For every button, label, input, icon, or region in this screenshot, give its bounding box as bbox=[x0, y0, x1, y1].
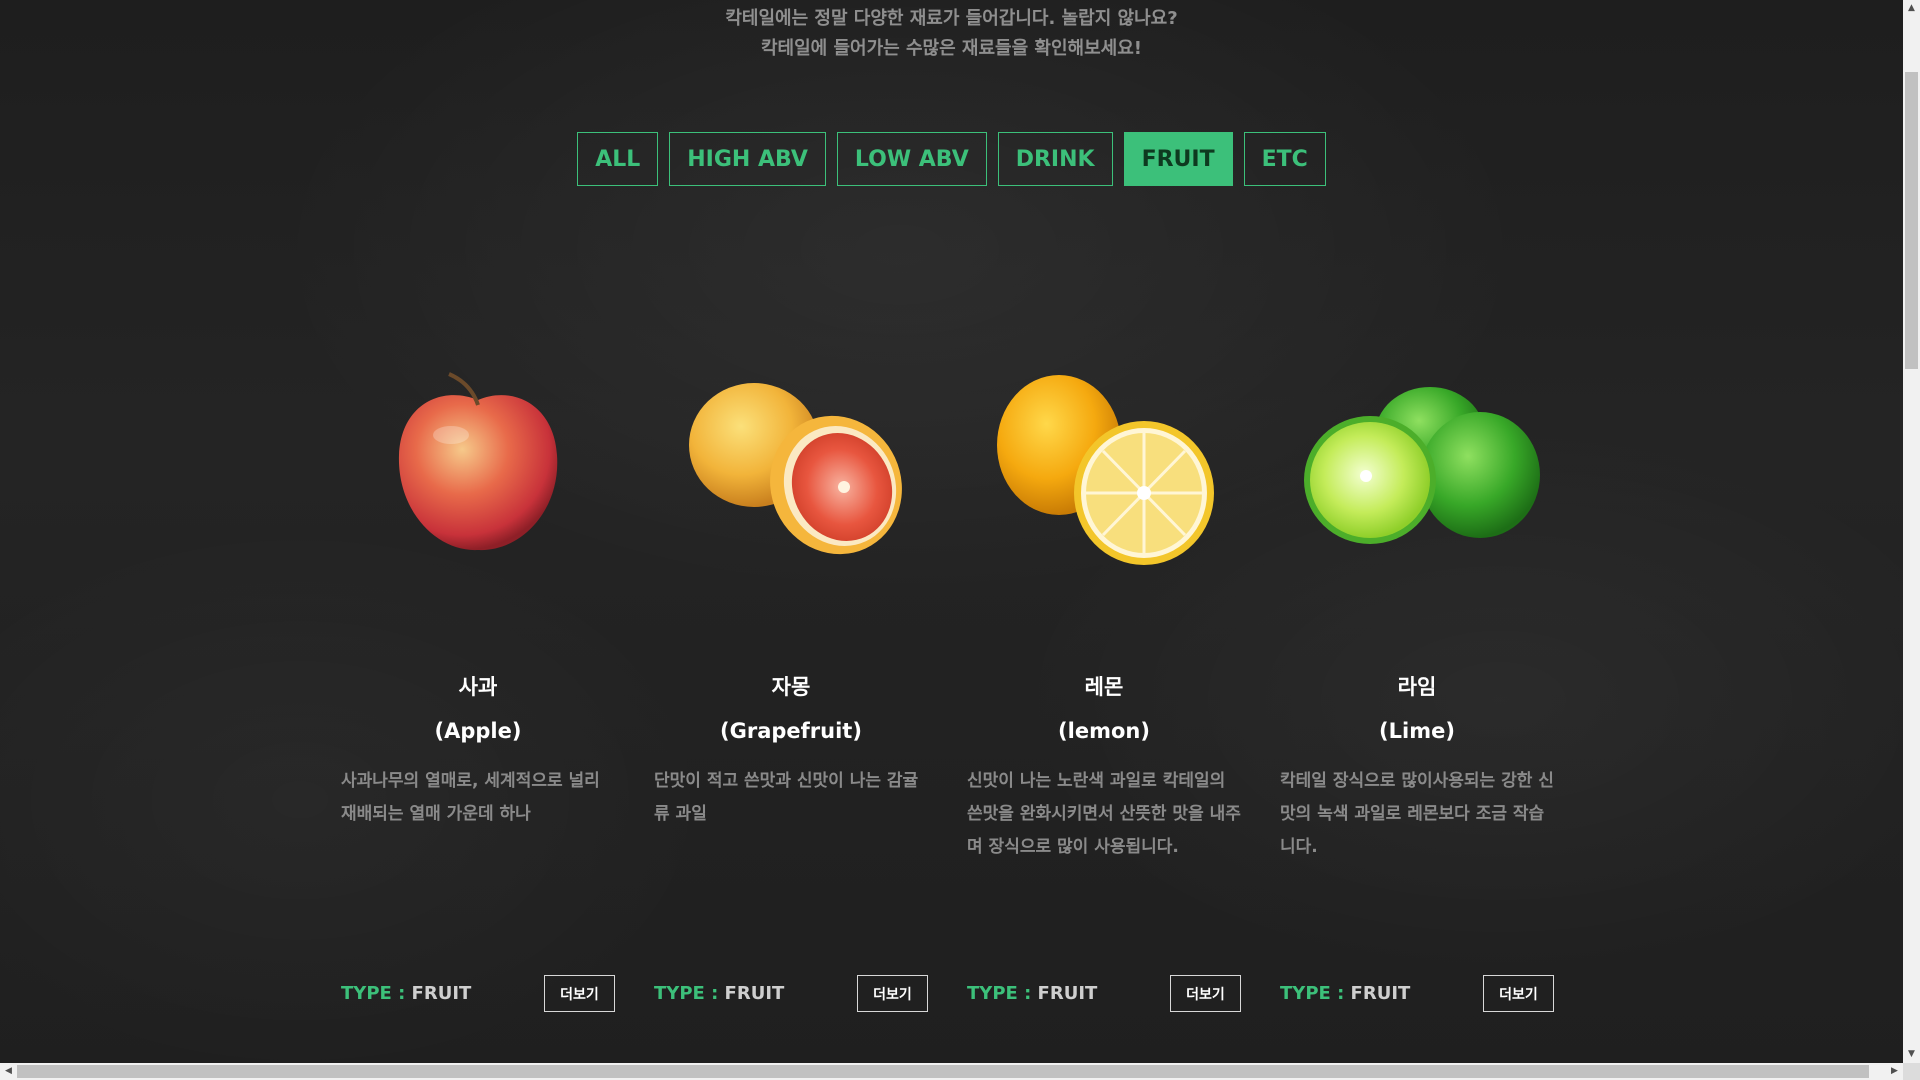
scroll-up-icon[interactable]: ▲ bbox=[1903, 0, 1920, 17]
filter-etc-button[interactable]: ETC bbox=[1243, 132, 1326, 186]
type-label: TYPE : bbox=[654, 983, 725, 1004]
type-value: FRUIT bbox=[1350, 983, 1411, 1004]
card-footer: TYPE : FRUIT 더보기 bbox=[1280, 975, 1554, 1012]
lemon-image[interactable] bbox=[967, 360, 1241, 580]
intro-line-2: 칵테일에 들어가는 수많은 재료들을 확인해보세요! bbox=[760, 38, 1143, 59]
ingredient-card-lemon: 레몬 (lemon) 신맛이 나는 노란색 과일로 칵테일의 쓴맛을 완화시키면… bbox=[967, 360, 1241, 1020]
card-type: TYPE : FRUIT bbox=[654, 983, 784, 1004]
card-name-ko: 자몽 bbox=[771, 675, 811, 699]
card-name-en: (Grapefruit) bbox=[720, 719, 862, 743]
intro-text: 칵테일에는 정말 다양한 재료가 들어갑니다. 놀랍지 않나요? 칵테일에 들어… bbox=[0, 4, 1903, 64]
scroll-right-icon[interactable]: ▶ bbox=[1886, 1063, 1903, 1080]
lime-image[interactable] bbox=[1280, 360, 1554, 580]
card-footer: TYPE : FRUIT 더보기 bbox=[654, 975, 928, 1012]
card-footer: TYPE : FRUIT 더보기 bbox=[341, 975, 615, 1012]
filter-low-abv-button[interactable]: LOW ABV bbox=[836, 132, 987, 186]
type-value: FRUIT bbox=[1037, 983, 1098, 1004]
card-description: 단맛이 적고 쓴맛과 신맛이 나는 감귤류 과일 bbox=[654, 771, 919, 824]
type-value: FRUIT bbox=[411, 983, 472, 1004]
grapefruit-image[interactable] bbox=[654, 360, 928, 580]
page-viewport: 칵테일에는 정말 다양한 재료가 들어갑니다. 놀랍지 않나요? 칵테일에 들어… bbox=[0, 0, 1903, 1063]
ingredient-card-apple: 사과 (Apple) 사과나무의 열매로, 세계적으로 널리 재배되는 열매 가… bbox=[341, 360, 615, 1020]
card-name-ko: 레몬 bbox=[1084, 675, 1124, 699]
ingredient-card-lime: 라임 (Lime) 칵테일 장식으로 많이사용되는 강한 신맛의 녹색 과일로 … bbox=[1280, 360, 1554, 1020]
more-button[interactable]: 더보기 bbox=[544, 975, 615, 1012]
scrollbar-corner bbox=[1903, 1063, 1920, 1080]
scroll-left-icon[interactable]: ◀ bbox=[0, 1063, 17, 1080]
filter-high-abv-button[interactable]: HIGH ABV bbox=[669, 132, 826, 186]
more-button[interactable]: 더보기 bbox=[1483, 975, 1554, 1012]
type-label: TYPE : bbox=[967, 983, 1038, 1004]
card-title: 사과 (Apple) bbox=[341, 665, 615, 753]
vertical-scrollbar[interactable]: ▲ ▼ bbox=[1903, 0, 1920, 1063]
card-title: 레몬 (lemon) bbox=[967, 665, 1241, 753]
filter-fruit-button[interactable]: FRUIT bbox=[1123, 132, 1233, 186]
more-button[interactable]: 더보기 bbox=[1170, 975, 1241, 1012]
card-type: TYPE : FRUIT bbox=[1280, 983, 1410, 1004]
card-name-en: (Lime) bbox=[1379, 719, 1455, 743]
card-footer: TYPE : FRUIT 더보기 bbox=[967, 975, 1241, 1012]
type-label: TYPE : bbox=[1280, 983, 1351, 1004]
card-title: 자몽 (Grapefruit) bbox=[654, 665, 928, 753]
type-label: TYPE : bbox=[341, 983, 412, 1004]
horizontal-scroll-thumb[interactable] bbox=[17, 1065, 1869, 1078]
scroll-down-icon[interactable]: ▼ bbox=[1903, 1046, 1920, 1063]
card-name-en: (lemon) bbox=[1058, 719, 1150, 743]
card-type: TYPE : FRUIT bbox=[967, 983, 1097, 1004]
card-description: 사과나무의 열매로, 세계적으로 널리 재배되는 열매 가운데 하나 bbox=[341, 771, 600, 824]
card-name-en: (Apple) bbox=[434, 719, 522, 743]
intro-line-1: 칵테일에는 정말 다양한 재료가 들어갑니다. 놀랍지 않나요? bbox=[725, 8, 1178, 29]
apple-image[interactable] bbox=[341, 360, 615, 580]
filter-all-button[interactable]: ALL bbox=[577, 132, 659, 186]
ingredient-card-grapefruit: 자몽 (Grapefruit) 단맛이 적고 쓴맛과 신맛이 나는 감귤류 과일… bbox=[654, 360, 928, 1020]
card-name-ko: 사과 bbox=[458, 675, 498, 699]
filter-drink-button[interactable]: DRINK bbox=[997, 132, 1113, 186]
ingredient-card-list: 사과 (Apple) 사과나무의 열매로, 세계적으로 널리 재배되는 열매 가… bbox=[341, 360, 1554, 1020]
card-title: 라임 (Lime) bbox=[1280, 665, 1554, 753]
vertical-scroll-thumb[interactable] bbox=[1905, 72, 1918, 369]
card-name-ko: 라임 bbox=[1397, 675, 1437, 699]
more-button[interactable]: 더보기 bbox=[857, 975, 928, 1012]
horizontal-scrollbar[interactable]: ◀ ▶ bbox=[0, 1063, 1903, 1080]
card-type: TYPE : FRUIT bbox=[341, 983, 471, 1004]
filter-tabs: ALL HIGH ABV LOW ABV DRINK FRUIT ETC bbox=[0, 132, 1903, 186]
card-description: 칵테일 장식으로 많이사용되는 강한 신맛의 녹색 과일로 레몬보다 조금 작습… bbox=[1280, 771, 1554, 857]
card-description: 신맛이 나는 노란색 과일로 칵테일의 쓴맛을 완화시키면서 산뜻한 맛을 내주… bbox=[967, 771, 1241, 857]
type-value: FRUIT bbox=[724, 983, 785, 1004]
